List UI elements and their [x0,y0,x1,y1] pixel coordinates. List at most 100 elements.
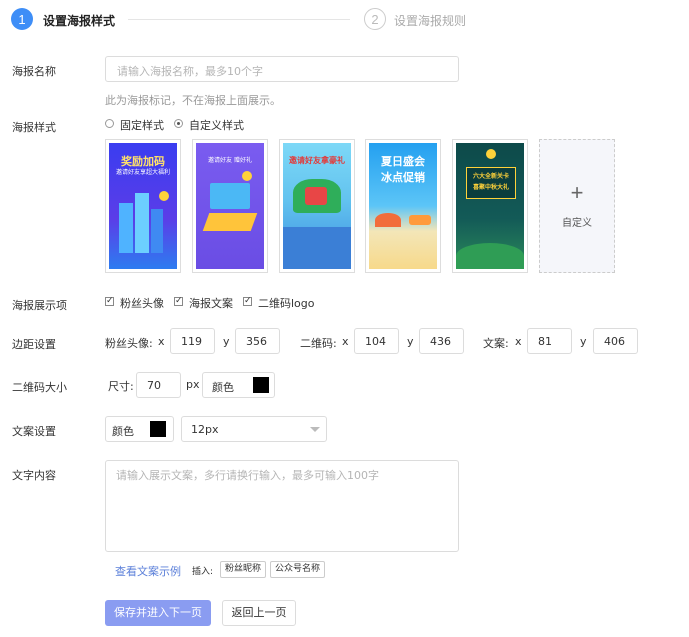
qr-color-swatch [253,377,269,393]
radio-fixed-style[interactable] [105,119,114,128]
poster-caption: 邀请好友拿豪礼 [289,156,345,165]
poster-template-image: 邀请好友拿豪礼 [283,143,351,269]
custom-poster-add[interactable]: + 自定义 [539,139,615,273]
poster-template-image: 夏日盛会 冰点促销 [369,143,437,269]
text-settings-label: 文案设置 [12,425,56,438]
step-1-label: 设置海报样式 [43,14,116,28]
radio-custom-style-label[interactable]: 自定义样式 [189,117,244,133]
color-label: 颜色 [212,381,234,394]
building-shape [135,193,149,253]
poster-template-image: 奖励加码 邀请好友享超大福利 [109,143,177,269]
poster-template-3[interactable]: 邀请好友拿豪礼 [279,139,355,273]
poster-subcaption: 喜聚中秋大礼 [472,184,509,191]
margin-avatar-label: 粉丝头像: [105,337,153,350]
color-label: 颜色 [112,425,134,438]
input-value: 436 [430,335,451,348]
poster-template-4[interactable]: 夏日盛会 冰点促销 [365,139,441,273]
step-number: 1 [18,11,26,27]
checkbox-qr-logo-label[interactable]: 二维码logo [258,295,315,311]
poster-name-placeholder: 请输入海报名称，最多10个字 [117,65,263,78]
umbrella-shape [375,213,401,227]
qr-y-input[interactable]: 436 [419,328,464,354]
checkbox-poster-text[interactable] [174,295,183,307]
step-1-indicator: 1 [11,8,33,30]
qr-size-label: 二维码大小 [12,381,67,394]
x-label: x [515,335,522,348]
select-value: 12px [191,423,219,436]
gift-shape [305,187,327,205]
y-label: y [223,335,230,348]
save-next-button[interactable]: 保存并进入下一页 [105,600,211,626]
qr-x-input[interactable]: 104 [354,328,399,354]
poster-template-5[interactable]: 六大全新关卡 喜聚中秋大礼 [452,139,528,273]
step-number: 2 [371,11,379,27]
text-x-input[interactable]: 81 [527,328,572,354]
step-2-indicator[interactable]: 2 [364,8,386,30]
checkbox-qr-logo[interactable] [243,295,252,307]
margin-qr-label: 二维码: [300,337,337,350]
poster-template-image: 邀请好友 赠好礼 [196,143,264,269]
poster-caption: 夏日盛会 [381,155,425,168]
poster-name-label: 海报名称 [12,65,56,78]
textarea-placeholder: 请输入展示文案，多行请换行输入，最多可输入100字 [116,469,379,482]
avatar-y-input[interactable]: 356 [235,328,280,354]
input-value: 81 [538,335,552,348]
checkbox-poster-text-label[interactable]: 海报文案 [189,295,233,311]
lantern-shape [486,149,496,159]
coin-shape [159,191,169,201]
margin-text-label: 文案: [483,337,509,350]
text-content-label: 文字内容 [12,469,56,482]
text-content-textarea[interactable]: 请输入展示文案，多行请换行输入，最多可输入100字 [105,460,459,552]
size-unit: px [186,378,200,391]
poster-name-hint: 此为海报标记，不在海报上面展示。 [105,94,281,107]
poster-subcaption: 邀请好友享超大福利 [115,169,170,176]
input-value: 406 [604,335,625,348]
font-size-select[interactable]: 12px [181,416,327,442]
x-label: x [158,335,165,348]
sea-shape [283,227,351,269]
building-shape [119,203,133,253]
display-items-label: 海报展示项 [12,299,67,312]
building-shape [151,209,163,253]
caption-frame: 六大全新关卡 喜聚中秋大礼 [466,167,516,199]
step-2-label[interactable]: 设置海报规则 [394,12,466,29]
checkbox-fan-avatar-label[interactable]: 粉丝头像 [120,295,164,311]
size-label: 尺寸: [108,380,134,393]
y-label: y [407,335,414,348]
poster-template-2[interactable]: 邀请好友 赠好礼 [192,139,268,273]
input-value: 104 [365,335,386,348]
insert-tag-account-name[interactable]: 公众号名称 [270,561,326,578]
step-divider [128,19,350,20]
illustration-shape [202,213,258,231]
view-example-link[interactable]: 查看文案示例 [115,563,181,579]
avatar-x-input[interactable]: 119 [170,328,215,354]
text-y-input[interactable]: 406 [593,328,638,354]
radio-custom-style[interactable] [174,119,183,128]
radio-fixed-style-label[interactable]: 固定样式 [120,117,164,133]
insert-tag-fan-nickname[interactable]: 粉丝昵称 [220,561,267,578]
y-label: y [580,335,587,348]
poster-template-image: 六大全新关卡 喜聚中秋大礼 [456,143,524,269]
input-value: 70 [147,379,161,392]
poster-subcaption: 邀请好友 赠好礼 [208,157,252,164]
input-value: 119 [181,335,202,348]
qr-color-picker[interactable]: 颜色 [202,372,275,398]
text-color-picker[interactable]: 颜色 [105,416,174,442]
custom-poster-label: 自定义 [562,218,592,229]
input-value: 356 [246,335,267,348]
poster-name-input[interactable]: 请输入海报名称，最多10个字 [105,56,459,82]
illustration-shape [409,215,431,225]
hill-shape [456,243,524,269]
insert-label: 插入: [192,567,214,577]
checkbox-fan-avatar[interactable] [105,295,114,307]
qr-size-input[interactable]: 70 [136,372,181,398]
back-button[interactable]: 返回上一页 [222,600,296,626]
margin-label: 边距设置 [12,338,56,351]
x-label: x [342,335,349,348]
poster-style-label: 海报样式 [12,121,56,134]
text-color-swatch [150,421,166,437]
coin-shape [242,171,252,181]
chevron-down-icon [310,427,320,432]
illustration-shape [210,183,250,209]
poster-template-1[interactable]: 奖励加码 邀请好友享超大福利 [105,139,181,273]
